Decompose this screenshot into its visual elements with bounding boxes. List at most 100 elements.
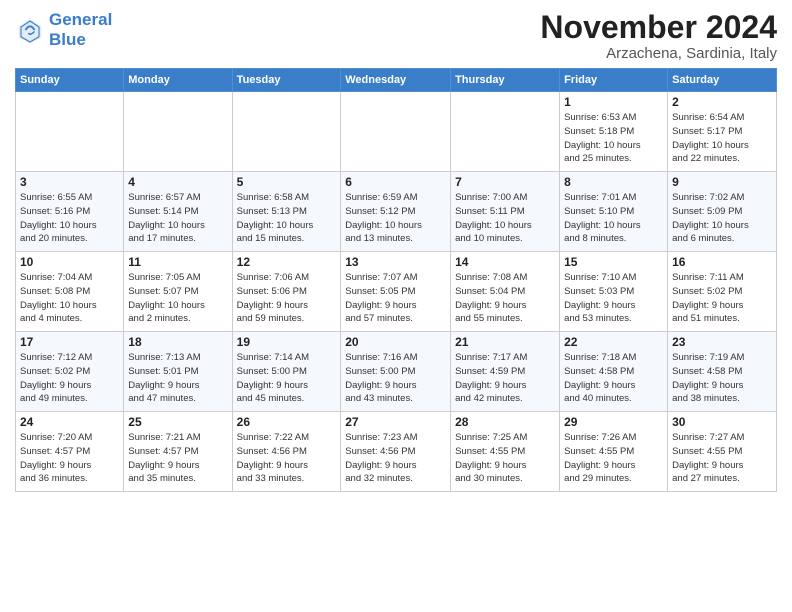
calendar-cell: [232, 92, 341, 172]
calendar-cell: 2 Sunrise: 6:54 AMSunset: 5:17 PMDaylight…: [668, 92, 777, 172]
calendar-cell: 30 Sunrise: 7:27 AMSunset: 4:55 PMDayligh…: [668, 412, 777, 492]
calendar-cell: 7 Sunrise: 7:00 AMSunset: 5:11 PMDaylight…: [451, 172, 560, 252]
weekday-header-wednesday: Wednesday: [341, 69, 451, 92]
day-number: 15: [564, 255, 663, 269]
day-number: 25: [128, 415, 227, 429]
day-info: Sunrise: 7:08 AMSunset: 5:04 PMDaylight:…: [455, 271, 555, 326]
day-number: 27: [345, 415, 446, 429]
logo-text: General Blue: [49, 10, 112, 49]
weekday-header-sunday: Sunday: [16, 69, 124, 92]
day-info: Sunrise: 6:55 AMSunset: 5:16 PMDaylight:…: [20, 191, 119, 246]
calendar-cell: 13 Sunrise: 7:07 AMSunset: 5:05 PMDayligh…: [341, 252, 451, 332]
day-info: Sunrise: 7:25 AMSunset: 4:55 PMDaylight:…: [455, 431, 555, 486]
day-number: 7: [455, 175, 555, 189]
logo-icon: [15, 15, 45, 45]
logo: General Blue: [15, 10, 112, 49]
day-number: 4: [128, 175, 227, 189]
day-info: Sunrise: 7:22 AMSunset: 4:56 PMDaylight:…: [237, 431, 337, 486]
calendar-cell: 4Sunrise: 6:57 AMSunset: 5:14 PMDaylight…: [124, 172, 232, 252]
day-info: Sunrise: 7:27 AMSunset: 4:55 PMDaylight:…: [672, 431, 772, 486]
day-info: Sunrise: 7:06 AMSunset: 5:06 PMDaylight:…: [237, 271, 337, 326]
day-number: 9: [672, 175, 772, 189]
day-number: 16: [672, 255, 772, 269]
calendar-cell: [341, 92, 451, 172]
weekday-header-tuesday: Tuesday: [232, 69, 341, 92]
calendar-cell: 11 Sunrise: 7:05 AMSunset: 5:07 PMDayligh…: [124, 252, 232, 332]
day-info: Sunrise: 7:01 AMSunset: 5:10 PMDaylight:…: [564, 191, 663, 246]
day-number: 2: [672, 95, 772, 109]
calendar-cell: 28 Sunrise: 7:25 AMSunset: 4:55 PMDayligh…: [451, 412, 560, 492]
day-info: Sunrise: 6:58 AMSunset: 5:13 PMDaylight:…: [237, 191, 337, 246]
day-info: Sunrise: 7:05 AMSunset: 5:07 PMDaylight:…: [128, 271, 227, 326]
calendar-cell: 21 Sunrise: 7:17 AMSunset: 4:59 PMDayligh…: [451, 332, 560, 412]
day-number: 1: [564, 95, 663, 109]
calendar-week-4: 17 Sunrise: 7:12 AMSunset: 5:02 PMDayligh…: [16, 332, 777, 412]
day-number: 17: [20, 335, 119, 349]
day-info: Sunrise: 7:02 AMSunset: 5:09 PMDaylight:…: [672, 191, 772, 246]
calendar-week-2: 3Sunrise: 6:55 AMSunset: 5:16 PMDaylight…: [16, 172, 777, 252]
day-info: Sunrise: 7:00 AMSunset: 5:11 PMDaylight:…: [455, 191, 555, 246]
calendar-cell: 8Sunrise: 7:01 AMSunset: 5:10 PMDaylight…: [560, 172, 668, 252]
day-info: Sunrise: 7:17 AMSunset: 4:59 PMDaylight:…: [455, 351, 555, 406]
day-number: 11: [128, 255, 227, 269]
calendar-week-3: 10Sunrise: 7:04 AMSunset: 5:08 PMDayligh…: [16, 252, 777, 332]
day-info: Sunrise: 7:18 AMSunset: 4:58 PMDaylight:…: [564, 351, 663, 406]
calendar-cell: 24 Sunrise: 7:20 AMSunset: 4:57 PMDayligh…: [16, 412, 124, 492]
calendar-week-5: 24 Sunrise: 7:20 AMSunset: 4:57 PMDayligh…: [16, 412, 777, 492]
calendar-cell: 26Sunrise: 7:22 AMSunset: 4:56 PMDayligh…: [232, 412, 341, 492]
month-title: November 2024: [540, 10, 777, 45]
logo-line1: General: [49, 10, 112, 29]
calendar-header-row: SundayMondayTuesdayWednesdayThursdayFrid…: [16, 69, 777, 92]
day-info: Sunrise: 6:53 AMSunset: 5:18 PMDaylight:…: [564, 111, 663, 166]
calendar-cell: 20 Sunrise: 7:16 AMSunset: 5:00 PMDayligh…: [341, 332, 451, 412]
day-number: 19: [237, 335, 337, 349]
day-number: 20: [345, 335, 446, 349]
day-info: Sunrise: 7:20 AMSunset: 4:57 PMDaylight:…: [20, 431, 119, 486]
day-info: Sunrise: 6:59 AMSunset: 5:12 PMDaylight:…: [345, 191, 446, 246]
day-number: 14: [455, 255, 555, 269]
day-number: 23: [672, 335, 772, 349]
day-info: Sunrise: 7:07 AMSunset: 5:05 PMDaylight:…: [345, 271, 446, 326]
day-info: Sunrise: 7:16 AMSunset: 5:00 PMDaylight:…: [345, 351, 446, 406]
calendar-week-1: 1 Sunrise: 6:53 AMSunset: 5:18 PMDaylight…: [16, 92, 777, 172]
calendar-cell: 16 Sunrise: 7:11 AMSunset: 5:02 PMDayligh…: [668, 252, 777, 332]
day-info: Sunrise: 7:13 AMSunset: 5:01 PMDaylight:…: [128, 351, 227, 406]
logo-line2: Blue: [49, 30, 112, 50]
day-number: 28: [455, 415, 555, 429]
calendar-cell: [124, 92, 232, 172]
day-info: Sunrise: 7:10 AMSunset: 5:03 PMDaylight:…: [564, 271, 663, 326]
calendar-cell: 25 Sunrise: 7:21 AMSunset: 4:57 PMDayligh…: [124, 412, 232, 492]
calendar-cell: 10Sunrise: 7:04 AMSunset: 5:08 PMDayligh…: [16, 252, 124, 332]
title-block: November 2024 Arzachena, Sardinia, Italy: [540, 10, 777, 62]
calendar-cell: 1 Sunrise: 6:53 AMSunset: 5:18 PMDaylight…: [560, 92, 668, 172]
day-info: Sunrise: 7:14 AMSunset: 5:00 PMDaylight:…: [237, 351, 337, 406]
calendar-cell: 14 Sunrise: 7:08 AMSunset: 5:04 PMDayligh…: [451, 252, 560, 332]
weekday-header-monday: Monday: [124, 69, 232, 92]
day-info: Sunrise: 7:12 AMSunset: 5:02 PMDaylight:…: [20, 351, 119, 406]
calendar-cell: 3Sunrise: 6:55 AMSunset: 5:16 PMDaylight…: [16, 172, 124, 252]
calendar-cell: 19 Sunrise: 7:14 AMSunset: 5:00 PMDayligh…: [232, 332, 341, 412]
calendar-cell: 17 Sunrise: 7:12 AMSunset: 5:02 PMDayligh…: [16, 332, 124, 412]
page-container: General Blue November 2024 Arzachena, Sa…: [0, 0, 792, 497]
day-number: 18: [128, 335, 227, 349]
day-number: 21: [455, 335, 555, 349]
calendar-cell: 9 Sunrise: 7:02 AMSunset: 5:09 PMDaylight…: [668, 172, 777, 252]
day-info: Sunrise: 7:11 AMSunset: 5:02 PMDaylight:…: [672, 271, 772, 326]
day-info: Sunrise: 7:21 AMSunset: 4:57 PMDaylight:…: [128, 431, 227, 486]
day-number: 13: [345, 255, 446, 269]
day-number: 29: [564, 415, 663, 429]
calendar-cell: 22 Sunrise: 7:18 AMSunset: 4:58 PMDayligh…: [560, 332, 668, 412]
day-number: 30: [672, 415, 772, 429]
day-number: 24: [20, 415, 119, 429]
day-number: 10: [20, 255, 119, 269]
day-info: Sunrise: 7:23 AMSunset: 4:56 PMDaylight:…: [345, 431, 446, 486]
calendar-cell: 12Sunrise: 7:06 AMSunset: 5:06 PMDayligh…: [232, 252, 341, 332]
calendar-cell: 18 Sunrise: 7:13 AMSunset: 5:01 PMDayligh…: [124, 332, 232, 412]
day-number: 22: [564, 335, 663, 349]
calendar-cell: 15 Sunrise: 7:10 AMSunset: 5:03 PMDayligh…: [560, 252, 668, 332]
calendar-cell: [16, 92, 124, 172]
weekday-header-thursday: Thursday: [451, 69, 560, 92]
calendar-cell: [451, 92, 560, 172]
day-info: Sunrise: 6:54 AMSunset: 5:17 PMDaylight:…: [672, 111, 772, 166]
weekday-header-friday: Friday: [560, 69, 668, 92]
